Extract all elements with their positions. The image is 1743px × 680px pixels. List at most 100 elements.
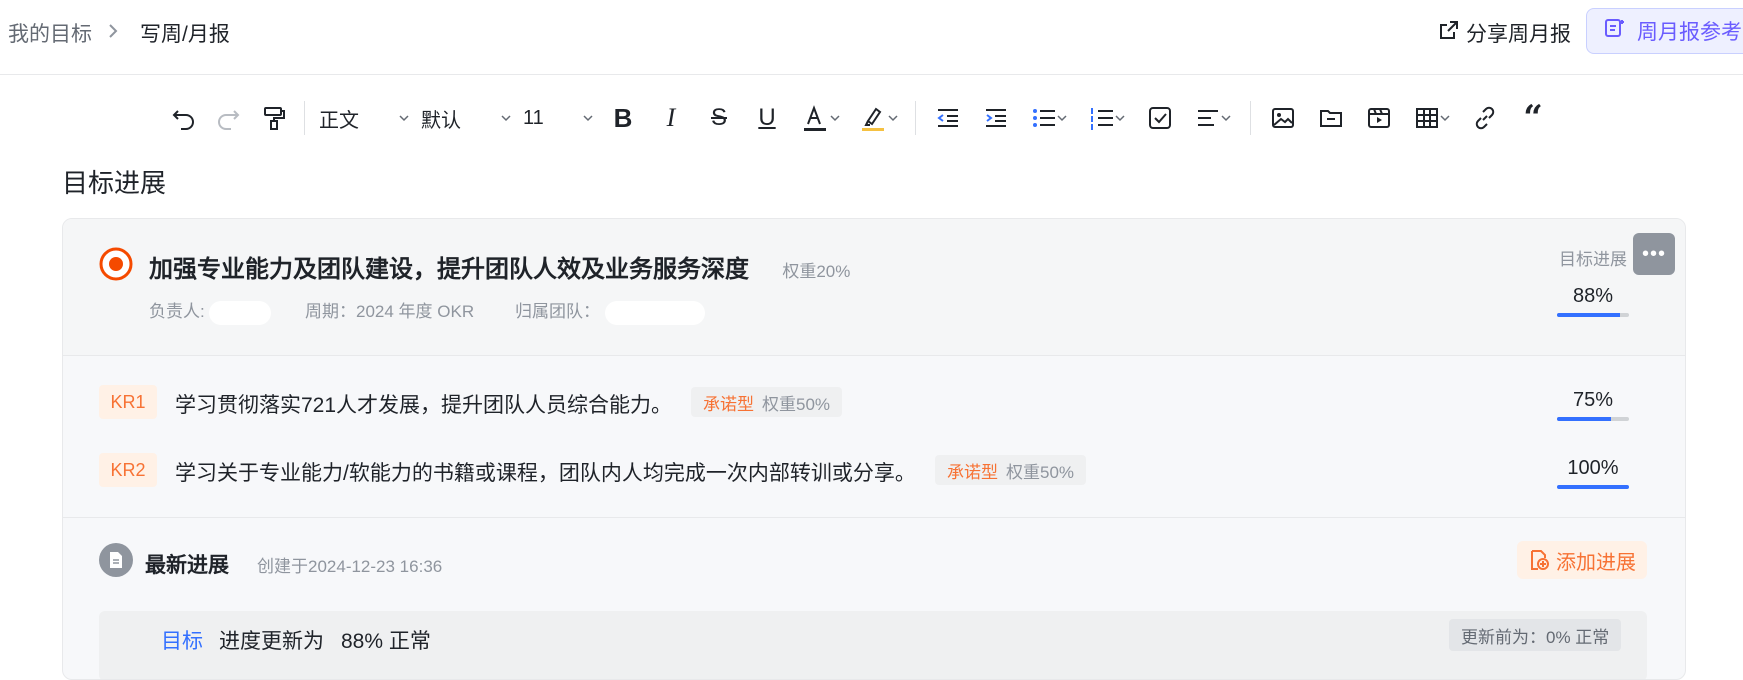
checklist-button[interactable] xyxy=(1136,98,1184,138)
outdent-button[interactable] xyxy=(924,98,972,138)
objective-header xyxy=(63,219,1685,356)
latest-progress-created: 创建于2024-12-23 16:36 xyxy=(257,557,443,576)
insert-file-button[interactable] xyxy=(1307,98,1355,138)
update-text: 进度更新为 xyxy=(219,630,324,653)
strikethrough-button[interactable]: S xyxy=(695,98,743,138)
link-icon xyxy=(1475,106,1495,130)
chevron-down-icon xyxy=(583,115,593,122)
kr2-meta-chip: 承诺型 权重50% xyxy=(935,455,1087,485)
document-icon xyxy=(99,543,133,577)
kr2-progress-fill xyxy=(1557,485,1629,489)
objective-title-text: 加强专业能力及团队建设，提升团队人效及业务服务深度 xyxy=(149,256,749,283)
objective-progress-fill xyxy=(1557,313,1621,317)
objective-team: 归属团队： xyxy=(515,297,705,325)
kr1-progress-value[interactable]: 75% xyxy=(1557,389,1629,412)
objective-period: 周期：2024 年度 OKR xyxy=(305,302,475,321)
breadcrumb-current: 写周/月报 xyxy=(140,23,230,46)
font-family-select[interactable]: 默认 xyxy=(415,98,517,138)
more-icon: ••• xyxy=(1641,242,1666,265)
kr1-text[interactable]: 学习贯彻落实721人才发展，提升团队人员综合能力。 xyxy=(175,389,672,419)
paragraph-style-select[interactable]: 正文 xyxy=(313,98,415,138)
underline-icon: U xyxy=(758,104,776,131)
add-progress-button[interactable]: 添加进展 xyxy=(1517,541,1647,579)
quote-icon: “ xyxy=(1523,98,1543,138)
redo-icon xyxy=(218,110,240,130)
top-header: 我的目标 写周/月报 分享周月报 周月报参考 xyxy=(0,0,1743,75)
objective-title[interactable]: 加强专业能力及团队建设，提升团队人效及业务服务深度 权重20% xyxy=(149,249,850,284)
insert-table-button[interactable] xyxy=(1403,98,1461,138)
italic-icon: I xyxy=(666,103,676,132)
text-color-button[interactable] xyxy=(791,98,849,138)
more-options-button[interactable]: ••• xyxy=(1633,233,1675,275)
chevron-down-icon xyxy=(830,115,840,122)
kr2-weight: 权重50% xyxy=(1006,462,1075,482)
undo-button[interactable] xyxy=(164,98,204,138)
font-size-select[interactable]: 11 xyxy=(517,98,599,138)
paragraph-style-value: 正文 xyxy=(319,109,359,132)
reference-label: 周月报参考 xyxy=(1637,21,1742,44)
image-icon xyxy=(1272,108,1294,128)
underline-button[interactable]: U xyxy=(743,98,791,138)
objective-progress-value[interactable]: 88% xyxy=(1557,285,1629,308)
kr1-type: 承诺型 xyxy=(703,394,754,414)
share-report-button[interactable]: 分享周月报 xyxy=(1438,18,1571,48)
kr1-meta-chip: 承诺型 权重50% xyxy=(691,387,843,417)
section-divider xyxy=(63,517,1685,518)
format-painter-icon xyxy=(264,107,285,130)
share-report-label: 分享周月报 xyxy=(1466,23,1571,46)
align-left-icon xyxy=(1198,110,1218,126)
insert-video-button[interactable] xyxy=(1355,98,1403,138)
kr1-tag: KR1 xyxy=(99,385,157,419)
text-color-icon xyxy=(804,105,826,131)
italic-button[interactable]: I xyxy=(647,98,695,138)
objective-card: 加强专业能力及团队建设，提升团队人效及业务服务深度 权重20% 负责人: 周期：… xyxy=(62,218,1686,680)
update-object-link[interactable]: 目标 xyxy=(161,625,203,655)
format-painter-button[interactable] xyxy=(252,98,296,138)
numbered-list-button[interactable] xyxy=(1078,98,1136,138)
section-title: 目标进展 xyxy=(62,168,167,198)
kr1-progress-fill xyxy=(1557,417,1611,421)
indent-button[interactable] xyxy=(972,98,1020,138)
progress-update-row xyxy=(99,611,1647,679)
toolbar-divider xyxy=(915,101,916,135)
chevron-right-icon xyxy=(106,19,120,49)
redo-button[interactable] xyxy=(204,98,252,138)
editor-toolbar: 正文 默认 11 B I S U “ xyxy=(164,96,1557,140)
undo-icon xyxy=(172,110,194,130)
outdent-icon xyxy=(937,109,958,127)
bold-button[interactable]: B xyxy=(599,98,647,138)
chevron-down-icon xyxy=(1057,115,1067,122)
insert-link-button[interactable] xyxy=(1461,98,1509,138)
update-value: 88% 正常 xyxy=(341,630,431,653)
breadcrumb-my-goals[interactable]: 我的目标 xyxy=(8,18,92,48)
reference-icon xyxy=(1603,16,1627,46)
kr1-weight: 权重50% xyxy=(762,394,831,414)
team-label: 归属团队： xyxy=(515,302,600,321)
insert-image-button[interactable] xyxy=(1259,98,1307,138)
report-reference-button[interactable]: 周月报参考 xyxy=(1586,8,1743,54)
objective-progress-bar xyxy=(1557,313,1629,317)
add-progress-label: 添加进展 xyxy=(1556,551,1636,574)
kr1-progress-bar xyxy=(1557,417,1629,421)
table-icon xyxy=(1416,108,1438,128)
video-icon xyxy=(1368,108,1390,128)
chevron-down-icon xyxy=(1440,115,1450,122)
kr2-progress-bar xyxy=(1557,485,1629,489)
kr2-text[interactable]: 学习关于专业能力/软能力的书籍或课程，团队内人均完成一次内部转训或分享。 xyxy=(175,457,916,487)
quote-button[interactable]: “ xyxy=(1509,98,1557,138)
font-family-value: 默认 xyxy=(421,109,461,132)
kr2-progress-value[interactable]: 100% xyxy=(1557,457,1629,480)
folder-icon xyxy=(1320,110,1342,127)
chevron-down-icon xyxy=(501,115,511,122)
highlight-color-button[interactable] xyxy=(849,98,907,138)
add-file-icon xyxy=(1531,550,1549,570)
objective-progress-label: 目标进展 xyxy=(1559,250,1627,269)
kr2-type: 承诺型 xyxy=(947,462,998,482)
chevron-down-icon xyxy=(399,115,409,122)
bullet-list-button[interactable] xyxy=(1020,98,1078,138)
font-size-value: 11 xyxy=(523,106,544,129)
chevron-down-icon xyxy=(888,115,898,122)
align-button[interactable] xyxy=(1184,98,1242,138)
toolbar-divider xyxy=(304,101,305,135)
owner-value xyxy=(209,300,272,325)
